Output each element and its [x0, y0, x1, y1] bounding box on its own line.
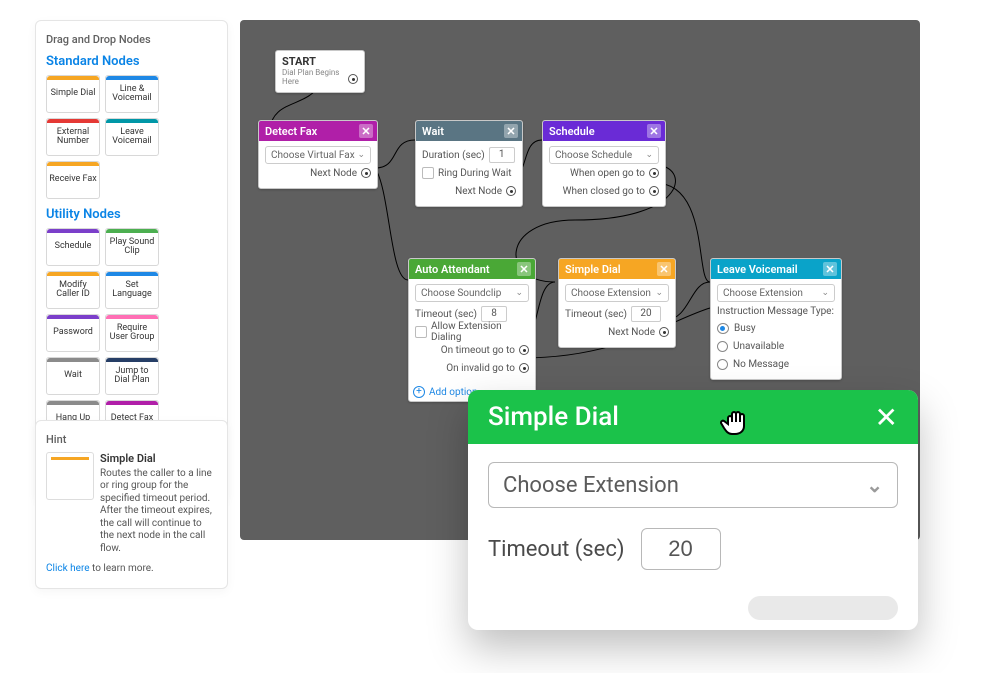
- node-start[interactable]: START Dial Plan Begins Here: [275, 50, 365, 93]
- palette-external-number[interactable]: External Number: [46, 118, 100, 156]
- palette-wait[interactable]: Wait: [46, 357, 100, 395]
- chevron-down-icon: ⌄: [866, 473, 883, 497]
- detect-fax-close[interactable]: ✕: [359, 124, 373, 138]
- sd-out[interactable]: [659, 327, 669, 337]
- simple-dial-popup[interactable]: Simple Dial ✕ Choose Extension ⌄ Timeout…: [468, 390, 918, 630]
- wait-duration-input[interactable]: 1: [489, 147, 515, 163]
- wait-close[interactable]: ✕: [504, 124, 518, 138]
- sd-close[interactable]: ✕: [657, 262, 671, 276]
- aa-allow-ext-checkbox[interactable]: [415, 326, 427, 338]
- schedule-title: Schedule: [549, 125, 595, 138]
- hint-thumbnail: [46, 452, 94, 500]
- hint-panel: Hint Simple Dial Routes the caller to a …: [35, 420, 228, 589]
- aa-invalid-out[interactable]: [519, 363, 529, 373]
- wait-out[interactable]: [506, 186, 516, 196]
- popup-title: Simple Dial: [488, 402, 619, 432]
- popup-close-button[interactable]: ✕: [875, 401, 898, 434]
- popup-action-placeholder: [748, 596, 898, 620]
- sd-ext-select[interactable]: Choose Extension⌄: [565, 284, 669, 302]
- section-standard: Standard Nodes: [46, 54, 217, 69]
- lvm-radio-busy[interactable]: [717, 323, 729, 334]
- plus-icon: +: [413, 386, 425, 398]
- lvm-close[interactable]: ✕: [823, 262, 837, 276]
- lvm-type-label: Instruction Message Type:: [717, 306, 835, 317]
- wait-ring-checkbox[interactable]: [422, 167, 434, 179]
- palette-leave-voicemail[interactable]: Leave Voicemail: [105, 118, 159, 156]
- sd-title: Simple Dial: [565, 263, 621, 276]
- node-auto-attendant[interactable]: Auto Attendant ✕ Choose Soundclip⌄ Timeo…: [408, 258, 536, 402]
- node-simple-dial[interactable]: Simple Dial ✕ Choose Extension⌄ Timeout …: [558, 258, 676, 348]
- node-schedule[interactable]: Schedule ✕ Choose Schedule⌄ When open go…: [542, 120, 666, 207]
- popup-timeout-label: Timeout (sec): [488, 537, 625, 562]
- aa-soundclip-select[interactable]: Choose Soundclip⌄: [415, 284, 529, 302]
- aa-title: Auto Attendant: [415, 263, 490, 276]
- palette-modify-callerid[interactable]: Modify Caller ID: [46, 271, 100, 309]
- palette-simple-dial[interactable]: Simple Dial: [46, 75, 100, 113]
- lvm-radio-unavail[interactable]: [717, 341, 728, 352]
- start-out-port[interactable]: [348, 74, 358, 84]
- node-detect-fax[interactable]: Detect Fax ✕ Choose Virtual Fax⌄ Next No…: [258, 120, 378, 189]
- palette-heading: Drag and Drop Nodes: [46, 33, 217, 46]
- schedule-closed-out[interactable]: [649, 186, 659, 196]
- wait-title: Wait: [422, 125, 444, 138]
- detect-fax-select[interactable]: Choose Virtual Fax⌄: [265, 146, 371, 164]
- start-title: START: [282, 55, 358, 68]
- palette-line-voicemail[interactable]: Line & Voicemail: [105, 75, 159, 113]
- lvm-title: Leave Voicemail: [717, 263, 798, 276]
- aa-close[interactable]: ✕: [517, 262, 531, 276]
- node-wait[interactable]: Wait ✕ Duration (sec) 1 Ring During Wait…: [415, 120, 523, 207]
- detect-fax-out[interactable]: [361, 168, 371, 178]
- schedule-close[interactable]: ✕: [647, 124, 661, 138]
- lvm-radio-none[interactable]: [717, 359, 728, 370]
- hint-title: Simple Dial: [100, 452, 217, 466]
- palette-password[interactable]: Password: [46, 314, 100, 352]
- detect-fax-title: Detect Fax: [265, 125, 317, 138]
- palette-jump-dialplan[interactable]: Jump to Dial Plan: [105, 357, 159, 395]
- section-utility: Utility Nodes: [46, 207, 217, 222]
- node-leave-voicemail[interactable]: Leave Voicemail ✕ Choose Extension⌄ Inst…: [710, 258, 842, 380]
- hint-text: Simple Dial Routes the caller to a line …: [100, 452, 217, 555]
- palette-receive-fax[interactable]: Receive Fax: [46, 161, 100, 199]
- palette-require-group[interactable]: Require User Group: [105, 314, 159, 352]
- lvm-ext-select[interactable]: Choose Extension⌄: [717, 284, 835, 302]
- hint-learn-more-link[interactable]: Click here to learn more.: [46, 563, 217, 574]
- hint-heading: Hint: [46, 433, 217, 446]
- schedule-select[interactable]: Choose Schedule⌄: [549, 146, 659, 164]
- aa-timeout-input[interactable]: 8: [481, 306, 507, 322]
- aa-timeout-out[interactable]: [519, 345, 529, 355]
- standard-node-grid: Simple Dial Line & Voicemail External Nu…: [46, 75, 217, 199]
- popup-timeout-input[interactable]: [641, 528, 721, 570]
- sd-timeout-input[interactable]: 20: [631, 306, 661, 322]
- popup-extension-select[interactable]: Choose Extension ⌄: [488, 462, 898, 508]
- palette-schedule[interactable]: Schedule: [46, 228, 100, 266]
- schedule-open-out[interactable]: [649, 168, 659, 178]
- palette-set-language[interactable]: Set Language: [105, 271, 159, 309]
- palette-play-sound[interactable]: Play Sound Clip: [105, 228, 159, 266]
